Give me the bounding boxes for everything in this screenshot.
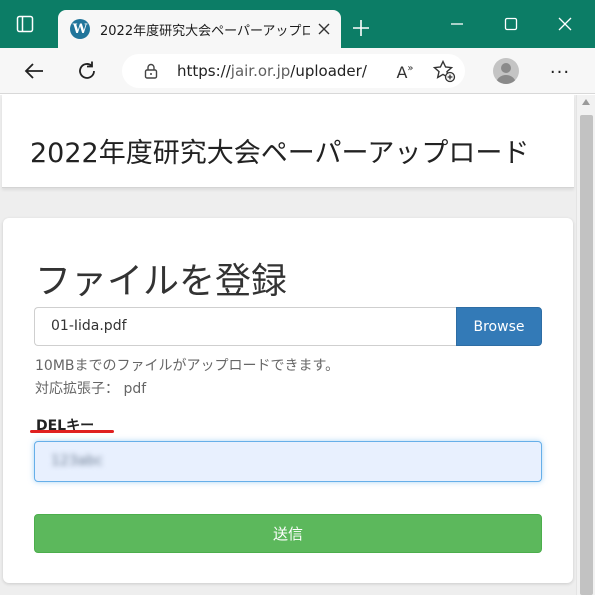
maximize-icon[interactable] — [494, 10, 528, 38]
refresh-icon[interactable] — [73, 57, 101, 85]
browser-titlebar: W 2022年度研究大会ペーパーアップロード — [0, 0, 595, 48]
lock-icon[interactable] — [142, 62, 160, 80]
more-options-icon[interactable]: ··· — [546, 58, 574, 86]
url-path: /uploader/ — [290, 62, 367, 80]
profile-avatar-icon[interactable] — [493, 58, 519, 84]
scroll-thumb[interactable] — [580, 115, 593, 595]
page-header: 2022年度研究大会ペーパーアップロード — [2, 95, 574, 188]
annotation-underline — [30, 430, 114, 433]
help-text-extension: 対応拡張子： pdf — [35, 381, 147, 397]
del-key-value: 123abc — [51, 453, 103, 469]
tab-active[interactable]: W 2022年度研究大会ペーパーアップロード — [58, 10, 341, 48]
submit-button[interactable]: 送信 — [34, 514, 542, 553]
help-text-size: 10MBまでのファイルがアップロードできます。 — [35, 358, 340, 374]
form-heading: ファイルを登録 — [35, 261, 288, 302]
page-viewport: 2022年度研究大会ペーパーアップロード ファイルを登録 01-Iida.pdf… — [0, 95, 576, 595]
url-host: jair.or.jp — [230, 62, 291, 80]
upload-form-card: ファイルを登録 01-Iida.pdf Browse 10MBまでのファイルがア… — [3, 218, 573, 583]
del-key-input[interactable]: 123abc — [34, 441, 542, 482]
scroll-up-arrow-icon[interactable] — [582, 99, 590, 105]
back-arrow-icon[interactable] — [20, 57, 48, 85]
close-window-icon[interactable] — [548, 10, 582, 38]
page-title: 2022年度研究大会ペーパーアップロード — [30, 138, 530, 169]
tab-actions-icon[interactable] — [14, 13, 36, 35]
file-name-field[interactable]: 01-Iida.pdf — [34, 307, 456, 346]
browse-button[interactable]: Browse — [456, 307, 542, 346]
add-favorite-icon[interactable] — [430, 57, 458, 85]
minimize-icon[interactable] — [440, 10, 474, 38]
vertical-scrollbar[interactable] — [576, 95, 595, 595]
file-name-value: 01-Iida.pdf — [51, 318, 127, 334]
tab-title: 2022年度研究大会ペーパーアップロード — [100, 24, 310, 39]
url-scheme: https:// — [177, 62, 231, 80]
read-aloud-icon[interactable]: A» — [393, 60, 417, 84]
url-text: https://jair.or.jp/uploader/ — [177, 62, 367, 80]
close-tab-icon[interactable] — [315, 20, 333, 38]
wordpress-icon: W — [70, 19, 90, 39]
new-tab-icon[interactable] — [350, 17, 372, 39]
